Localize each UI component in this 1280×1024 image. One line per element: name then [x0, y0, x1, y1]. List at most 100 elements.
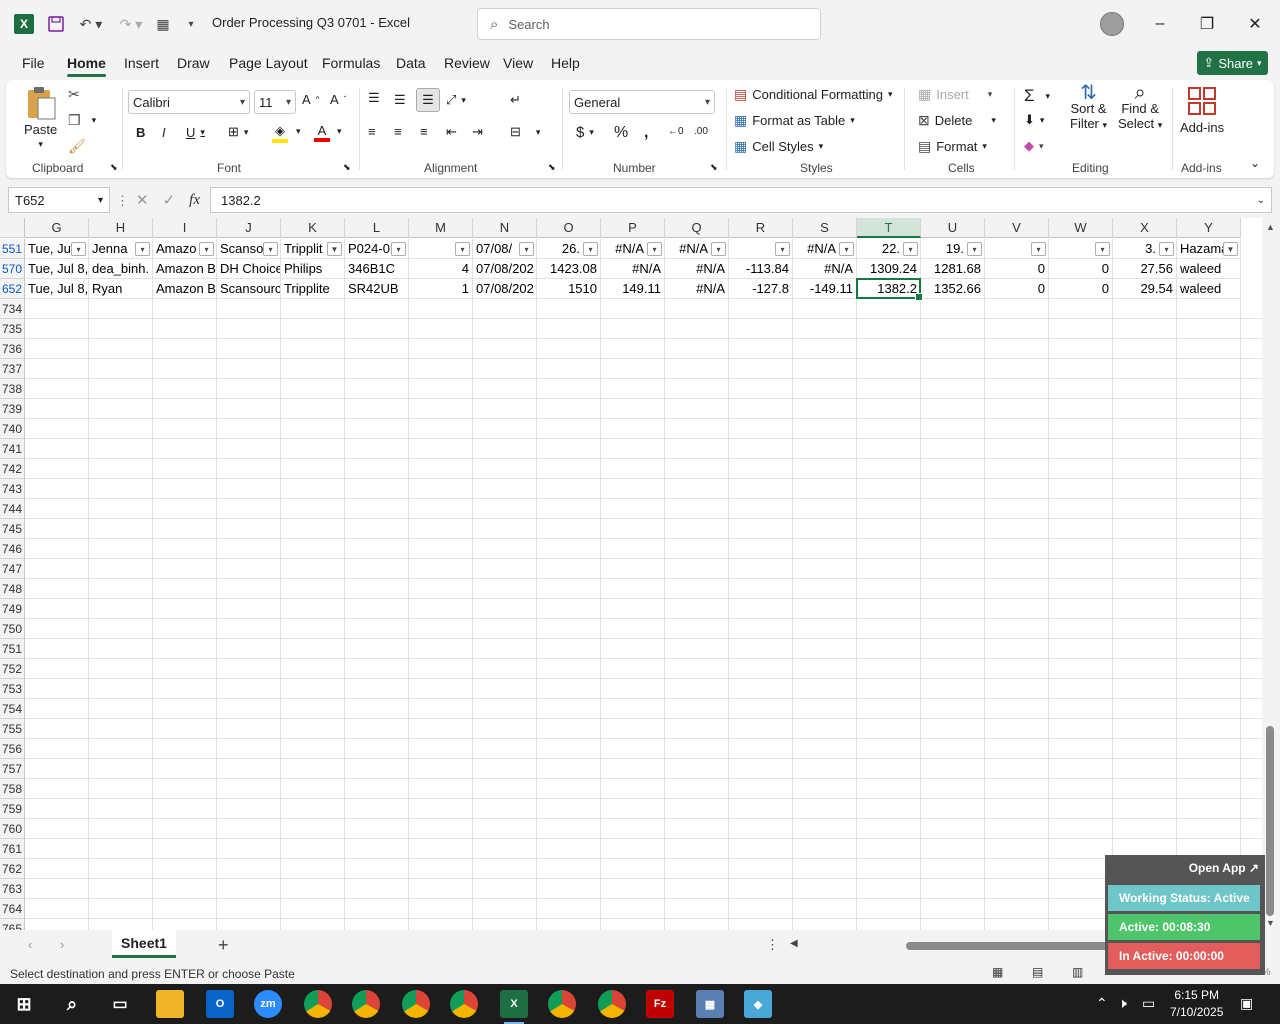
search-icon[interactable]: ⌕	[58, 990, 86, 1018]
align-left-icon[interactable]: ≡	[368, 124, 376, 139]
table-cell[interactable]: Tue, Jul 8,	[25, 259, 89, 279]
table-cell[interactable]: 0	[1049, 279, 1113, 299]
table-cell[interactable]: 4	[409, 259, 473, 279]
table-cell[interactable]: 0	[985, 259, 1049, 279]
notifications-icon[interactable]: ▣	[1240, 995, 1253, 1012]
chevron-up-icon[interactable]: ⌃	[1096, 995, 1108, 1012]
format-as-table-button[interactable]: ▦ Format as Table ▾	[734, 112, 855, 129]
tab-insert[interactable]: Insert	[124, 55, 159, 71]
table-cell[interactable]: #N/A	[793, 259, 857, 279]
column-header-w[interactable]: W	[1049, 218, 1113, 238]
more-sheets-icon[interactable]: ⋮	[766, 937, 779, 953]
add-sheet-button[interactable]: +	[218, 935, 229, 956]
align-center-icon[interactable]: ≡	[394, 124, 402, 139]
row-header[interactable]: 734	[0, 299, 25, 319]
cancel-icon[interactable]: ✕	[136, 191, 149, 209]
column-header-x[interactable]: X	[1113, 218, 1177, 238]
font-color-icon[interactable]: A	[314, 123, 330, 142]
scroll-left-icon[interactable]: ◀	[790, 938, 798, 949]
table-cell[interactable]: #N/A	[665, 259, 729, 279]
column-header-r[interactable]: R	[729, 218, 793, 238]
row-header[interactable]: 750	[0, 619, 25, 639]
percent-icon[interactable]: %	[614, 124, 628, 142]
avatar[interactable]	[1100, 12, 1124, 36]
column-header-p[interactable]: P	[601, 218, 665, 238]
redo-icon[interactable]: ↷ ▾	[116, 14, 146, 34]
table-cell[interactable]: 27.56	[1113, 259, 1177, 279]
fill-color-icon[interactable]: ◈	[272, 123, 288, 143]
open-app-link[interactable]: Open App ↗	[1189, 861, 1259, 875]
table-cell[interactable]: 1382.2	[857, 279, 921, 299]
table-cell[interactable]: -113.84	[729, 259, 793, 279]
filter-dropdown-icon[interactable]: ▾	[1095, 242, 1110, 256]
row-header[interactable]: 762	[0, 859, 25, 879]
undo-icon[interactable]: ↶ ▾	[76, 14, 106, 34]
table-cell[interactable]: waleed	[1177, 259, 1241, 279]
tab-data[interactable]: Data	[396, 55, 426, 71]
table-cell[interactable]: 07/08/202	[473, 279, 537, 299]
row-header[interactable]: 764	[0, 899, 25, 919]
filter-dropdown-icon[interactable]: ▾	[263, 242, 278, 256]
expand-formula-icon[interactable]: ⌄	[1257, 195, 1265, 206]
row-header[interactable]: 737	[0, 359, 25, 379]
row-header[interactable]: 570	[0, 259, 25, 279]
column-header-s[interactable]: S	[793, 218, 857, 238]
increase-decimal-icon[interactable]: ←0	[668, 126, 684, 137]
dialog-launcher-icon[interactable]: ⬊	[710, 162, 718, 173]
file-explorer-icon[interactable]	[156, 990, 184, 1018]
decrease-decimal-icon[interactable]: .00	[694, 126, 708, 137]
row-header[interactable]: 743	[0, 479, 25, 499]
filter-dropdown-icon[interactable]: ▾	[391, 242, 406, 256]
column-header-v[interactable]: V	[985, 218, 1049, 238]
chevron-down-icon[interactable]: ▾	[296, 126, 301, 137]
table-cell[interactable]: SR42UB	[345, 279, 409, 299]
column-header-m[interactable]: M	[409, 218, 473, 238]
chevron-down-icon[interactable]: ▾	[337, 126, 342, 137]
table-cell[interactable]: 0	[1049, 259, 1113, 279]
fill-icon[interactable]: ⬇ ▾	[1024, 112, 1044, 128]
column-header-k[interactable]: K	[281, 218, 345, 238]
row-header[interactable]: 759	[0, 799, 25, 819]
column-header-i[interactable]: I	[153, 218, 217, 238]
column-header-q[interactable]: Q	[665, 218, 729, 238]
filezilla-icon[interactable]: Fz	[646, 990, 674, 1018]
vertical-scrollbar[interactable]: ▲ ▼	[1262, 218, 1280, 930]
chrome-icon[interactable]	[402, 990, 430, 1018]
start-icon[interactable]: ⊞	[10, 990, 38, 1018]
tab-draw[interactable]: Draw	[177, 55, 210, 71]
column-header-l[interactable]: L	[345, 218, 409, 238]
table-cell[interactable]: -149.11	[793, 279, 857, 299]
row-header[interactable]: 757	[0, 759, 25, 779]
row-header[interactable]: 761	[0, 839, 25, 859]
share-button[interactable]: ⇪ Share ▾	[1197, 51, 1268, 75]
increase-indent-icon[interactable]: ⇥	[472, 124, 483, 140]
cut-icon[interactable]: ✂	[68, 86, 80, 103]
calculator-icon[interactable]: ▦	[696, 990, 724, 1018]
column-header-g[interactable]: G	[25, 218, 89, 238]
clear-icon[interactable]: ◆ ▾	[1024, 138, 1044, 154]
calculator-icon[interactable]: ▦	[156, 14, 170, 34]
align-right-icon[interactable]: ≡	[420, 124, 428, 139]
dialog-launcher-icon[interactable]: ⬊	[548, 162, 556, 173]
zoom-icon[interactable]: zm	[254, 990, 282, 1018]
row-header[interactable]: 739	[0, 399, 25, 419]
tab-review[interactable]: Review	[444, 55, 490, 71]
excel-icon[interactable]: X	[500, 990, 528, 1024]
format-cells-button[interactable]: ▤ Format ▾	[918, 138, 987, 155]
select-all-corner[interactable]	[0, 218, 25, 238]
increase-font-icon[interactable]: A ^	[302, 92, 319, 107]
table-cell[interactable]: dea_binh.	[89, 259, 153, 279]
row-header[interactable]: 747	[0, 559, 25, 579]
paste-button[interactable]: Paste ▾	[24, 86, 57, 150]
filter-dropdown-icon[interactable]: ▾	[711, 242, 726, 256]
table-cell[interactable]: #N/A	[665, 279, 729, 299]
row-header[interactable]: 760	[0, 819, 25, 839]
number-format-select[interactable]: General ▾	[569, 90, 715, 114]
collapse-ribbon-icon[interactable]: ⌄	[1250, 156, 1260, 170]
column-header-t[interactable]: T	[857, 218, 921, 238]
table-cell[interactable]: Amazon B	[153, 259, 217, 279]
column-header-o[interactable]: O	[537, 218, 601, 238]
row-header[interactable]: 740	[0, 419, 25, 439]
vertical-scroll-thumb[interactable]	[1266, 726, 1274, 916]
row-header[interactable]: 752	[0, 659, 25, 679]
